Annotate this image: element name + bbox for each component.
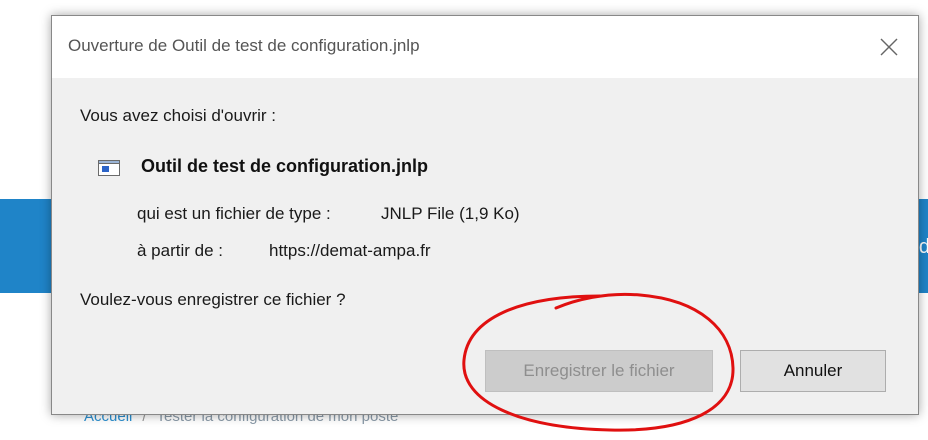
file-source-label: à partir de :	[137, 241, 223, 260]
dialog-title: Ouverture de Outil de test de configurat…	[68, 36, 420, 55]
window-file-icon	[98, 160, 120, 176]
file-name: Outil de test de configuration.jnlp	[141, 156, 428, 176]
dialog-intro-text: Vous avez choisi d'ouvrir :	[80, 106, 277, 125]
close-icon	[880, 38, 898, 56]
save-question: Voulez-vous enregistrer ce fichier ?	[80, 290, 346, 309]
cancel-button[interactable]: Annuler	[740, 350, 886, 392]
file-source-value: https://demat-ampa.fr	[269, 241, 431, 260]
file-type-value: JNLP File (1,9 Ko)	[381, 204, 520, 223]
save-file-button[interactable]: Enregistrer le fichier	[485, 350, 713, 392]
close-button[interactable]	[860, 16, 918, 78]
background-banner-text: d	[918, 236, 928, 258]
open-file-dialog: Ouverture de Outil de test de configurat…	[51, 15, 919, 415]
file-type-label: qui est un fichier de type :	[137, 204, 331, 223]
page: d Accueil / Tester la configuration de mon…	[0, 0, 928, 440]
dialog-titlebar[interactable]: Ouverture de Outil de test de configurat…	[52, 16, 918, 78]
